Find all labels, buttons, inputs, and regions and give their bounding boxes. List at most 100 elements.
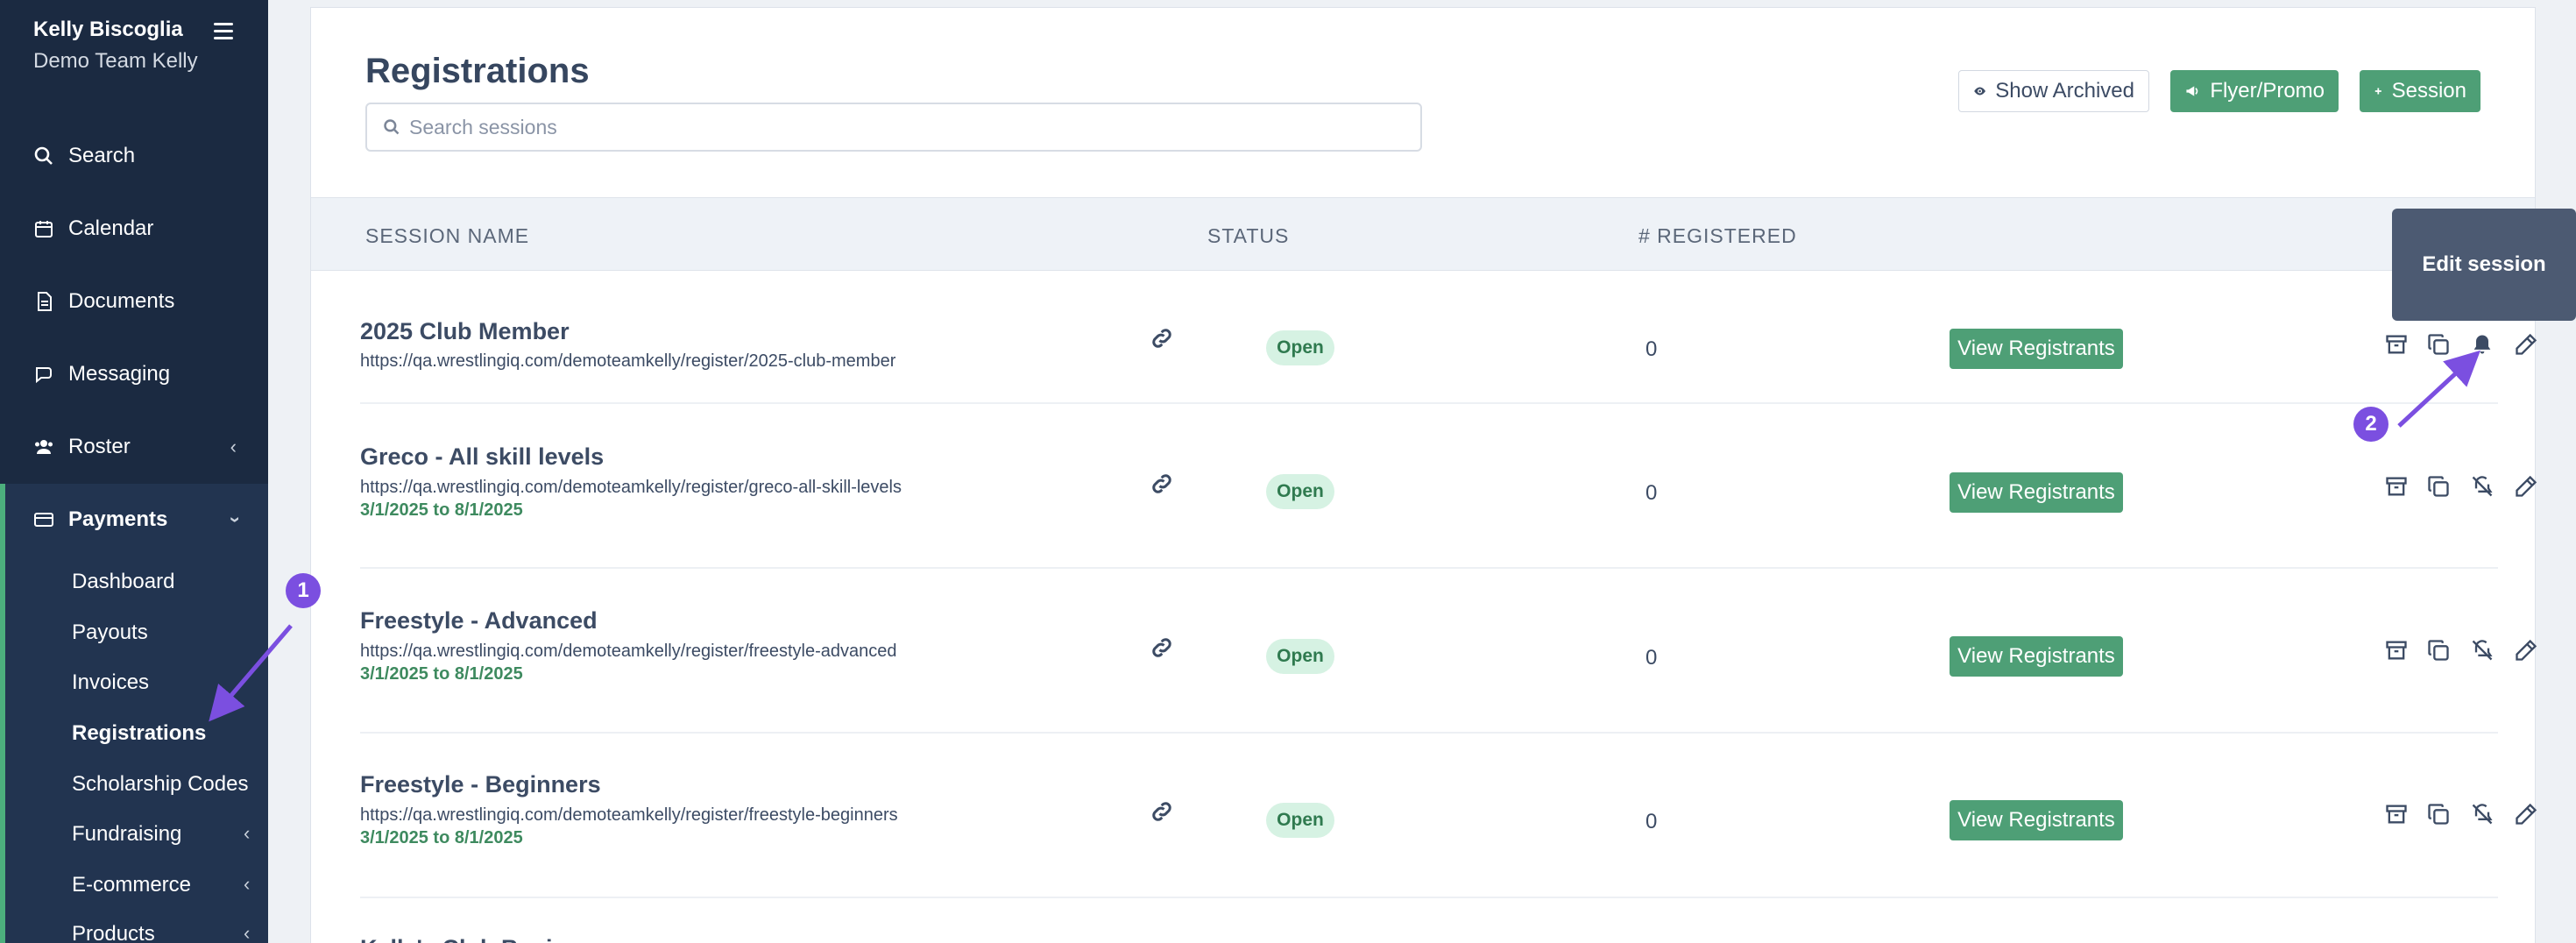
sidebar-item-label: Payments <box>68 507 168 531</box>
chevron-left-icon: ‹ <box>244 822 251 844</box>
sidebar: Kelly Biscoglia Demo Team Kelly Search C… <box>0 0 268 943</box>
pencil-icon[interactable] <box>2514 802 2538 826</box>
bell-icon[interactable] <box>2470 332 2495 357</box>
chevron-left-icon: ‹ <box>244 922 251 943</box>
link-icon[interactable] <box>1149 471 1175 497</box>
sidebar-item-documents[interactable]: Documents <box>0 275 268 328</box>
pencil-icon[interactable] <box>2514 332 2538 357</box>
session-url: https://qa.wrestlingiq.com/demoteamkelly… <box>360 805 898 825</box>
table-row: 2025 Club Member https://qa.wrestlingiq.… <box>360 271 2537 404</box>
registered-count: 0 <box>1645 810 1658 833</box>
view-registrants-button[interactable]: View Registrants <box>1950 472 2123 513</box>
search-box[interactable] <box>365 103 1422 152</box>
copy-icon[interactable] <box>2426 638 2451 663</box>
session-url: https://qa.wrestlingiq.com/demoteamkelly… <box>360 351 896 371</box>
table-row: Freestyle - Advanced https://qa.wrestlin… <box>360 569 2537 734</box>
status-badge: Open <box>1266 803 1334 838</box>
sidebar-subitem-label: Products <box>72 922 155 943</box>
sidebar-item-messaging[interactable]: Messaging <box>0 348 268 401</box>
search-icon <box>34 146 53 165</box>
view-registrants-button[interactable]: View Registrants <box>1950 800 2123 840</box>
plus-icon <box>2374 88 2381 95</box>
archive-icon[interactable] <box>2384 332 2409 357</box>
sidebar-item-roster[interactable]: Roster ‹ <box>0 421 268 473</box>
copy-icon[interactable] <box>2426 802 2451 826</box>
bell-off-icon[interactable] <box>2470 638 2495 663</box>
button-label: Session <box>2391 79 2466 103</box>
session-dates: 3/1/2025 to 8/1/2025 <box>360 500 523 520</box>
button-label: Flyer/Promo <box>2210 79 2325 103</box>
eye-icon <box>1974 87 1985 96</box>
flyer-promo-button[interactable]: Flyer/Promo <box>2170 70 2339 112</box>
edit-session-tooltip: Edit session <box>2392 209 2576 321</box>
registered-count: 0 <box>1645 481 1658 505</box>
pencil-icon[interactable] <box>2514 474 2538 499</box>
session-name[interactable]: Kelly's Club Beginners <box>360 935 617 943</box>
archive-icon[interactable] <box>2384 474 2409 499</box>
registrations-panel: Registrations Show Archived Flyer/Promo … <box>310 7 2538 943</box>
link-icon[interactable] <box>1149 635 1175 661</box>
sidebar-subitem-dashboard[interactable]: Dashboard <box>72 570 174 594</box>
add-session-button[interactable]: Session <box>2360 70 2480 112</box>
status-badge: Open <box>1266 474 1334 509</box>
copy-icon[interactable] <box>2426 474 2451 499</box>
search-input[interactable] <box>409 115 1373 139</box>
registered-count: 0 <box>1645 646 1658 670</box>
messaging-icon <box>36 367 52 384</box>
chevron-down-icon: ‹ <box>222 516 244 523</box>
status-badge: Open <box>1266 330 1334 365</box>
hamburger-menu-icon[interactable] <box>214 23 233 42</box>
calendar-icon <box>35 221 53 238</box>
annotation-marker-2: 2 <box>2353 407 2388 442</box>
sidebar-subitem-fundraising[interactable]: Fundraising ‹ <box>72 822 250 847</box>
column-header-status: STATUS <box>1207 224 1290 247</box>
annotation-marker-1: 1 <box>286 573 321 608</box>
table-row: Kelly's Club Beginners <box>360 898 2498 943</box>
sidebar-item-payments[interactable]: Payments ‹ <box>0 493 268 546</box>
column-header-session-name: SESSION NAME <box>365 224 530 247</box>
megaphone-icon <box>2186 86 2198 96</box>
document-icon <box>38 292 52 311</box>
session-url: https://qa.wrestlingiq.com/demoteamkelly… <box>360 478 902 497</box>
sidebar-subitem-scholarship-codes[interactable]: Scholarship Codes <box>72 772 248 797</box>
session-url: https://qa.wrestlingiq.com/demoteamkelly… <box>360 642 897 661</box>
session-name[interactable]: Freestyle - Advanced <box>360 607 598 635</box>
sidebar-item-calendar[interactable]: Calendar <box>0 202 268 255</box>
status-badge: Open <box>1266 639 1334 674</box>
sidebar-item-label: Search <box>68 144 136 167</box>
view-registrants-button[interactable]: View Registrants <box>1950 329 2123 369</box>
sidebar-header: Kelly Biscoglia Demo Team Kelly <box>33 18 198 74</box>
users-icon <box>35 440 53 454</box>
user-name: Kelly Biscoglia <box>33 18 183 41</box>
sidebar-subitem-registrations[interactable]: Registrations <box>72 721 206 746</box>
archive-icon[interactable] <box>2384 638 2409 663</box>
table-header: SESSION NAME STATUS # REGISTERED <box>311 197 2535 271</box>
sidebar-item-label: Calendar <box>68 216 154 240</box>
session-name[interactable]: 2025 Club Member <box>360 318 570 345</box>
sidebar-subitem-label: E-commerce <box>72 873 192 897</box>
view-registrants-button[interactable]: View Registrants <box>1950 636 2123 677</box>
chevron-left-icon: ‹ <box>230 436 237 457</box>
sidebar-subitem-invoices[interactable]: Invoices <box>72 670 149 695</box>
sidebar-subitem-products[interactable]: Products ‹ <box>72 922 250 943</box>
sidebar-item-label: Messaging <box>68 362 171 386</box>
sidebar-subitem-ecommerce[interactable]: E-commerce ‹ <box>72 873 250 897</box>
session-name[interactable]: Greco - All skill levels <box>360 443 604 471</box>
session-dates: 3/1/2025 to 8/1/2025 <box>360 664 523 684</box>
sidebar-item-search[interactable]: Search <box>0 130 268 182</box>
session-name[interactable]: Freestyle - Beginners <box>360 771 601 798</box>
pencil-icon[interactable] <box>2514 638 2538 663</box>
sidebar-subitem-payouts[interactable]: Payouts <box>72 620 148 645</box>
link-icon[interactable] <box>1149 325 1175 351</box>
chevron-left-icon: ‹ <box>244 873 251 895</box>
copy-icon[interactable] <box>2426 332 2451 357</box>
team-name: Demo Team Kelly <box>33 49 198 73</box>
page-title: Registrations <box>365 52 590 90</box>
link-icon[interactable] <box>1149 798 1175 825</box>
credit-card-icon <box>34 513 53 527</box>
bell-off-icon[interactable] <box>2470 474 2495 499</box>
show-archived-button[interactable]: Show Archived <box>1958 70 2149 112</box>
session-dates: 3/1/2025 to 8/1/2025 <box>360 828 523 847</box>
bell-off-icon[interactable] <box>2470 802 2495 826</box>
archive-icon[interactable] <box>2384 802 2409 826</box>
